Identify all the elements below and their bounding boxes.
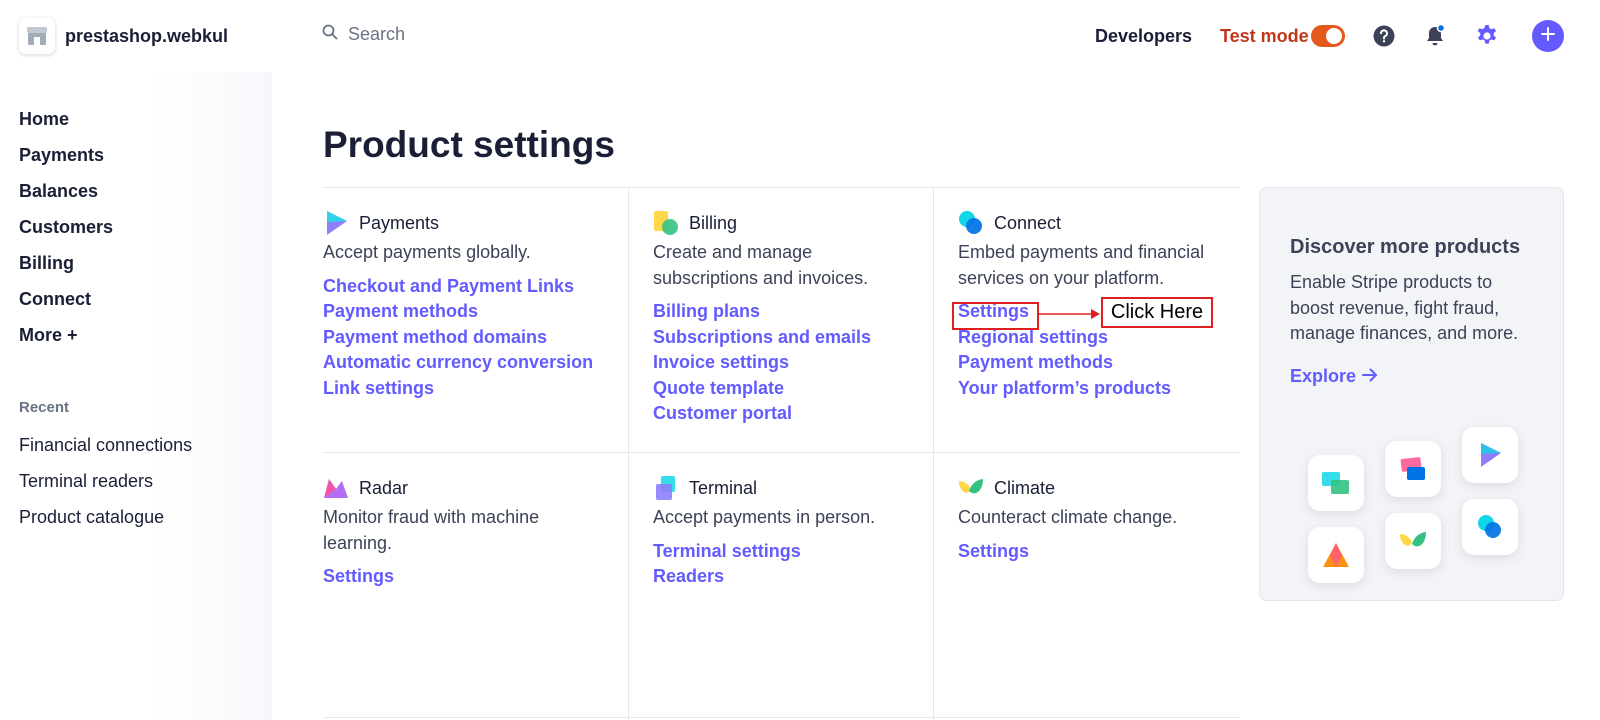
card-title: Connect [994,212,1062,233]
link-automatic-currency-conversion[interactable]: Automatic currency conversion [323,350,619,376]
explore-link[interactable]: Explore [1290,366,1378,387]
link-connect-payment-methods[interactable]: Payment methods [958,350,1254,376]
card-description: Accept payments in person. [653,507,876,527]
discover-text: Enable Stripe products to boost revenue,… [1290,272,1519,343]
sidebar-item-connect[interactable]: Connect [19,289,91,310]
card-title: Climate [994,477,1056,498]
payments-icon [323,210,349,236]
help-icon[interactable] [1372,24,1396,48]
link-billing-plans[interactable]: Billing plans [653,299,949,325]
search-icon [322,24,338,45]
link-terminal-settings[interactable]: Terminal settings [653,539,949,565]
link-payment-method-domains[interactable]: Payment method domains [323,325,619,351]
link-checkout-and-payment-links[interactable]: Checkout and Payment Links [323,274,619,300]
test-mode-toggle[interactable] [1311,25,1345,47]
link-payment-methods[interactable]: Payment methods [323,299,619,325]
link-radar-settings[interactable]: Settings [323,564,619,590]
link-quote-template[interactable]: Quote template [653,376,949,402]
sidebar-item-home[interactable]: Home [19,109,69,130]
annotation-highlight-box [952,302,1039,330]
product-tile-icon [1308,455,1364,511]
product-card-payments: Payments Accept payments globally. Check… [323,209,619,401]
arrow-right-icon [1362,366,1378,387]
radar-icon [323,475,349,501]
test-mode-label: Test mode [1220,26,1309,46]
product-tile-icon [1462,499,1518,555]
gear-icon[interactable] [1475,24,1499,48]
card-title: Payments [359,212,440,233]
developers-link[interactable]: Developers [1095,26,1192,47]
page-title: Product settings [323,124,615,165]
link-your-platforms-products[interactable]: Your platform’s products [958,376,1254,402]
product-card-billing: Billing Create and manage subscriptions … [653,209,949,427]
plus-icon [1540,26,1556,47]
store-icon[interactable] [19,18,55,54]
billing-icon [653,210,679,236]
link-readers[interactable]: Readers [653,564,949,590]
card-title: Billing [689,212,738,233]
annotation-arrow-icon [1039,309,1100,319]
climate-icon [958,475,984,501]
product-card-radar: Radar Monitor fraud with machine learnin… [323,474,619,590]
card-description: Create and manage subscriptions and invo… [653,242,869,288]
card-description: Accept payments globally. [323,242,531,262]
recent-item-financial-connections[interactable]: Financial connections [19,435,192,456]
product-tile-icon [1385,441,1441,497]
grid-divider [323,717,1240,718]
discover-panel: Discover more products Enable Stripe pro… [1259,187,1564,601]
discover-title: Discover more products [1290,236,1521,258]
explore-label: Explore [1290,366,1357,386]
link-climate-settings[interactable]: Settings [958,539,1254,565]
link-link-settings[interactable]: Link settings [323,376,619,402]
recent-item-terminal-readers[interactable]: Terminal readers [19,471,153,492]
product-tile-icon [1308,527,1364,583]
link-subscriptions-and-emails[interactable]: Subscriptions and emails [653,325,949,351]
link-invoice-settings[interactable]: Invoice settings [653,350,949,376]
grid-divider [628,187,629,720]
bell-icon[interactable] [1423,24,1447,48]
product-tile-icon [1385,513,1441,569]
search-input[interactable]: Search [322,24,405,45]
recent-heading: Recent [19,399,70,416]
annotation-label: Click Here [1101,297,1213,328]
product-tile-icon [1462,427,1518,483]
product-card-terminal: Terminal Accept payments in person. Term… [653,474,949,590]
sidebar-item-more[interactable]: More + [19,325,78,346]
create-new-button[interactable] [1532,20,1564,52]
sidebar-item-balances[interactable]: Balances [19,181,98,202]
card-title: Radar [359,477,409,498]
card-description: Monitor fraud with machine learning. [323,507,540,553]
link-customer-portal[interactable]: Customer portal [653,401,949,427]
sidebar: Home Payments Balances Customers Billing… [0,72,272,720]
sidebar-item-payments[interactable]: Payments [19,145,104,166]
top-bar: prestashop.webkul Search Developers Test… [0,0,1600,72]
terminal-icon [653,475,679,501]
grid-divider [323,452,1240,453]
sidebar-item-billing[interactable]: Billing [19,253,74,274]
search-placeholder: Search [348,24,406,44]
card-description: Embed payments and financial services on… [958,242,1205,288]
product-card-climate: Climate Counteract climate change. Setti… [958,474,1254,564]
card-description: Counteract climate change. [958,507,1178,527]
card-title: Terminal [689,477,758,498]
sidebar-item-customers[interactable]: Customers [19,217,113,238]
recent-item-product-catalogue[interactable]: Product catalogue [19,507,164,528]
connect-icon [958,210,984,236]
account-name[interactable]: prestashop.webkul [65,26,228,47]
grid-divider [323,187,1240,188]
